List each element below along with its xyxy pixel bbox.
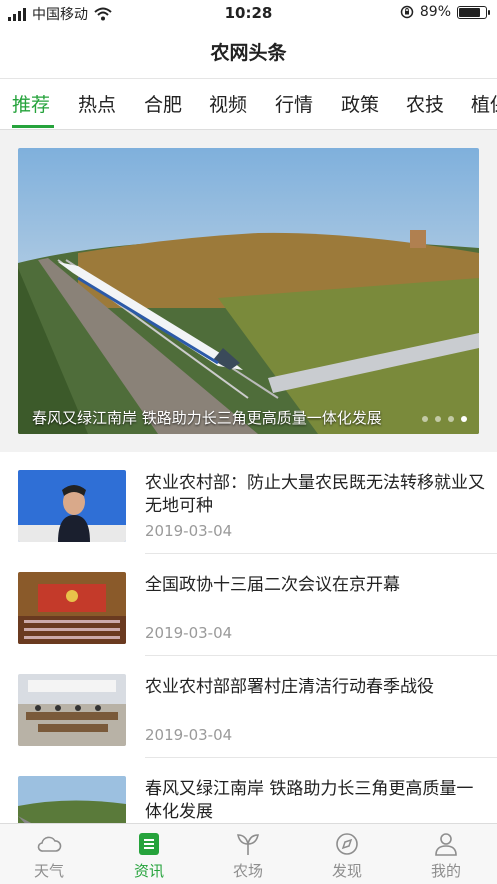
tab-policy[interactable]: 政策 bbox=[341, 90, 379, 117]
news-date: 2019-03-04 bbox=[145, 726, 233, 744]
cloud-icon bbox=[37, 836, 62, 852]
carousel-dot-active[interactable] bbox=[461, 416, 467, 422]
carousel-dot[interactable] bbox=[435, 416, 441, 422]
nav-bar: 农网头条 bbox=[0, 26, 497, 79]
news-thumbnail bbox=[18, 470, 126, 542]
news-date: 2019-03-04 bbox=[145, 522, 233, 540]
tabbar-farm[interactable]: 农场 bbox=[208, 832, 288, 881]
tabbar-label: 农场 bbox=[232, 862, 263, 880]
person-icon bbox=[435, 833, 457, 856]
news-title: 农业农村部部署村庄清洁行动春季战役 bbox=[145, 677, 434, 697]
news-item[interactable]: 全国政协十三届二次会议在京开幕 2019-03-04 bbox=[0, 554, 497, 656]
tab-hefei[interactable]: 合肥 bbox=[144, 90, 182, 117]
tabbar-label: 天气 bbox=[33, 862, 64, 880]
tabbar-label: 我的 bbox=[430, 862, 461, 880]
carousel-dot[interactable] bbox=[448, 416, 454, 422]
status-right: 89% bbox=[400, 4, 490, 20]
news-title: 全国政协十三届二次会议在京开幕 bbox=[145, 575, 400, 595]
news-icon bbox=[139, 833, 159, 855]
news-thumbnail bbox=[18, 674, 126, 746]
news-date: 2019-03-04 bbox=[145, 624, 233, 642]
tab-market[interactable]: 行情 bbox=[275, 90, 313, 117]
news-title: 农业农村部：防止大量农民既无法转移就业又无地可种 bbox=[145, 473, 485, 516]
carousel-dot[interactable] bbox=[422, 416, 428, 422]
tabbar-label: 资讯 bbox=[133, 862, 164, 880]
tabbar-label: 发现 bbox=[331, 862, 362, 880]
bottom-tab-bar: 天气 资讯 农场 发现 我的 bbox=[0, 823, 497, 884]
battery-icon bbox=[457, 5, 490, 19]
category-tabs: 推荐 热点 合肥 视频 行情 政策 农技 植保 bbox=[0, 79, 497, 130]
tab-recommend[interactable]: 推荐 bbox=[12, 90, 50, 117]
tabbar-weather[interactable]: 天气 bbox=[9, 832, 89, 881]
banner-carousel[interactable]: 春风又绿江南岸 铁路助力长三角更高质量一体化发展 bbox=[18, 148, 479, 434]
battery-percent: 89% bbox=[419, 4, 451, 20]
active-tab-indicator bbox=[12, 125, 54, 128]
compass-icon bbox=[336, 833, 358, 855]
page-title: 农网头条 bbox=[210, 42, 287, 64]
status-bar: 中国移动 10:28 89% bbox=[0, 0, 497, 26]
tabbar-discover[interactable]: 发现 bbox=[307, 832, 387, 881]
tab-agritech[interactable]: 农技 bbox=[406, 90, 444, 117]
sprout-icon bbox=[237, 834, 259, 855]
tab-hot[interactable]: 热点 bbox=[78, 90, 116, 117]
news-title: 春风又绿江南岸 铁路助力长三角更高质量一体化发展 bbox=[145, 779, 474, 822]
news-thumbnail bbox=[18, 572, 126, 644]
orientation-lock-icon bbox=[400, 5, 414, 19]
news-list: 农业农村部：防止大量农民既无法转移就业又无地可种 2019-03-04 全国政协… bbox=[0, 452, 497, 824]
tabbar-me[interactable]: 我的 bbox=[406, 832, 486, 881]
tab-plant-protection[interactable]: 植保 bbox=[471, 90, 497, 117]
carousel-dots bbox=[422, 416, 467, 422]
news-item[interactable]: 春风又绿江南岸 铁路助力长三角更高质量一体化发展 bbox=[0, 758, 497, 824]
tabbar-news[interactable]: 资讯 bbox=[109, 832, 189, 881]
news-item[interactable]: 农业农村部部署村庄清洁行动春季战役 2019-03-04 bbox=[0, 656, 497, 758]
news-item[interactable]: 农业农村部：防止大量农民既无法转移就业又无地可种 2019-03-04 bbox=[0, 452, 497, 554]
tab-video[interactable]: 视频 bbox=[209, 90, 247, 117]
banner-image bbox=[18, 148, 479, 434]
banner-caption: 春风又绿江南岸 铁路助力长三角更高质量一体化发展 bbox=[32, 409, 382, 427]
news-thumbnail bbox=[18, 776, 126, 824]
